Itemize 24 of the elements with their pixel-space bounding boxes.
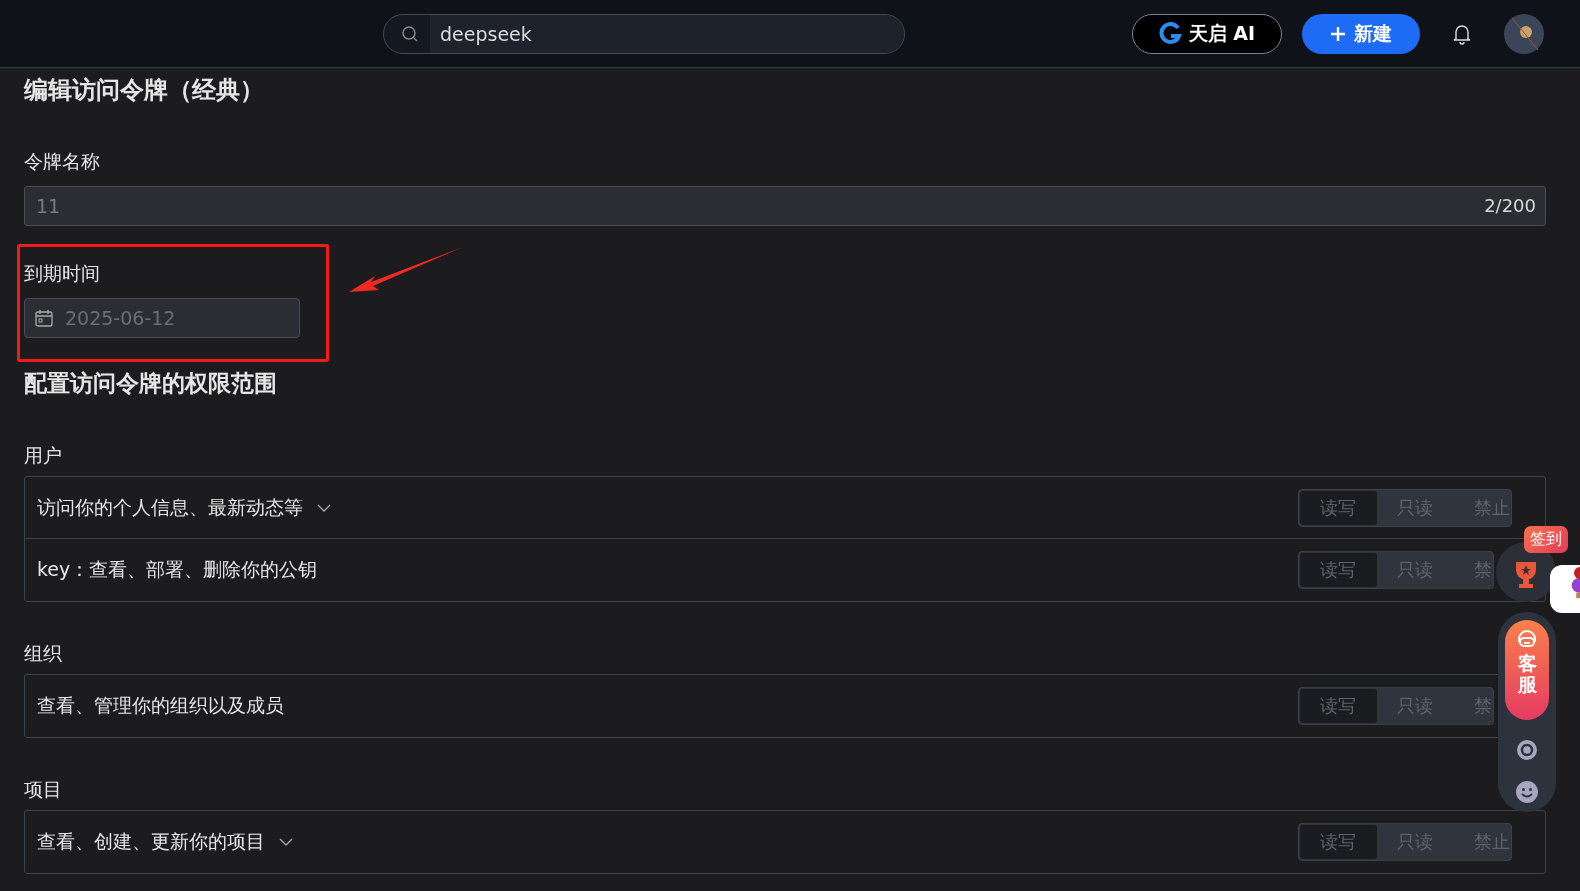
character-counter: 2/200 — [1484, 195, 1536, 216]
section-title: 配置访问令牌的权限范围 — [24, 369, 277, 398]
permission-option[interactable]: 读写 — [1300, 825, 1377, 859]
permission-text: 访问你的个人信息、最新动态等 — [37, 494, 303, 520]
new-button[interactable]: 新建 — [1302, 13, 1420, 54]
permission-option[interactable]: 读写 — [1300, 553, 1377, 587]
search-field[interactable]: deepseek — [383, 13, 905, 54]
date-field[interactable]: 2025-06-12 — [24, 298, 300, 338]
page-title: 编辑访问令牌（经典） — [24, 75, 265, 106]
group-label: 用户 — [24, 444, 62, 466]
group-label: 组织 — [24, 642, 62, 664]
service-label: 客服 — [1517, 654, 1537, 696]
permission-text: key：查看、部署、删除你的公钥 — [37, 557, 318, 582]
field-label: 令牌名称 — [24, 149, 100, 174]
customer-service-button[interactable]: 客服 — [1505, 620, 1549, 720]
group-label: 项目 — [24, 778, 62, 800]
permission-text: 查看、创建、更新你的项目 — [37, 829, 265, 854]
field-label: 到期时间 — [24, 261, 100, 286]
brand-button[interactable]: 天启 AI — [1131, 13, 1282, 54]
checkin-badge[interactable]: 签到 — [1524, 526, 1568, 553]
permission-text: 查看、管理你的组织以及成员 — [37, 693, 284, 718]
brand-name: 天启 AI — [1188, 20, 1255, 46]
permission-option[interactable]: 读写 — [1300, 490, 1377, 525]
permission-option[interactable]: 读写 — [1300, 689, 1377, 723]
